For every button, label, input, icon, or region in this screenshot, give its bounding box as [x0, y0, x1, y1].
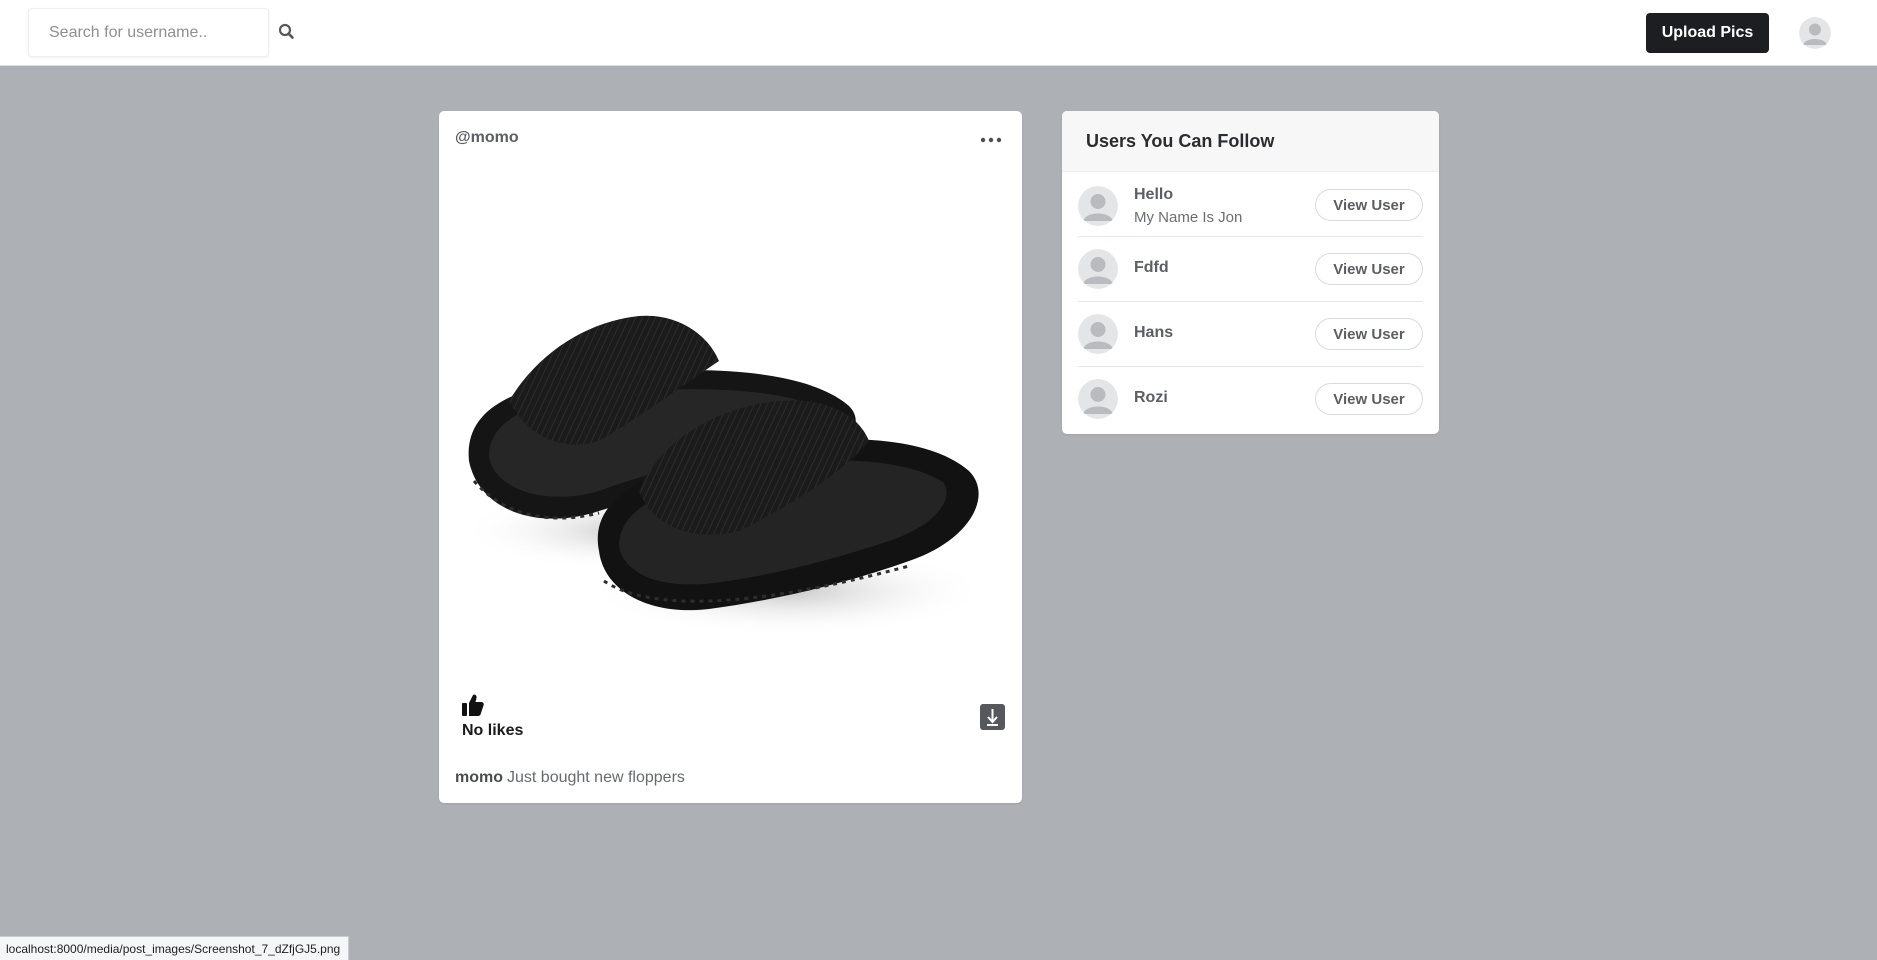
suggested-user-row: Rozi View User: [1078, 367, 1423, 432]
post-username[interactable]: @momo: [455, 129, 519, 147]
view-user-button[interactable]: View User: [1315, 318, 1423, 350]
status-bar-url: localhost:8000/media/post_images/Screens…: [0, 936, 350, 960]
user-avatar-icon: [1078, 314, 1118, 354]
search-box: [28, 8, 269, 57]
suggested-user-row: Hello My Name Is Jon View User: [1078, 172, 1423, 237]
view-user-button[interactable]: View User: [1315, 253, 1423, 285]
view-user-button[interactable]: View User: [1315, 383, 1423, 415]
thumbs-up-icon[interactable]: [462, 693, 484, 717]
user-avatar-icon: [1078, 249, 1118, 289]
suggested-user-name: Hans: [1134, 324, 1174, 341]
suggested-user-bio: My Name Is Jon: [1134, 209, 1243, 226]
caption-username[interactable]: momo: [455, 769, 503, 786]
user-avatar-icon[interactable]: [1799, 17, 1831, 49]
top-navbar: Upload Pics: [0, 0, 1877, 66]
post-card: @momo No likes momo Just bought new flop…: [439, 111, 1022, 803]
like-count: No likes: [462, 722, 524, 739]
suggested-user-name: Hello: [1134, 186, 1174, 203]
users-to-follow-card: Users You Can Follow Hello My Name Is Jo…: [1062, 111, 1439, 434]
post-image[interactable]: [449, 291, 1014, 771]
users-to-follow-title: Users You Can Follow: [1062, 111, 1439, 172]
caption-text: Just bought new floppers: [507, 769, 685, 786]
post-caption: momo Just bought new floppers: [455, 769, 685, 787]
more-horizontal-icon[interactable]: [980, 133, 1002, 145]
search-icon[interactable]: [278, 22, 296, 42]
suggested-user-name: Rozi: [1134, 389, 1168, 406]
download-icon[interactable]: [980, 704, 1005, 730]
search-input[interactable]: [29, 9, 268, 56]
user-avatar-icon: [1078, 186, 1118, 226]
suggested-user-row: Hans View User: [1078, 302, 1423, 367]
suggested-user-name: Fdfd: [1134, 259, 1169, 276]
user-avatar-icon: [1078, 379, 1118, 419]
upload-pics-button[interactable]: Upload Pics: [1646, 13, 1769, 53]
suggested-user-row: Fdfd View User: [1078, 237, 1423, 302]
view-user-button[interactable]: View User: [1315, 189, 1423, 221]
